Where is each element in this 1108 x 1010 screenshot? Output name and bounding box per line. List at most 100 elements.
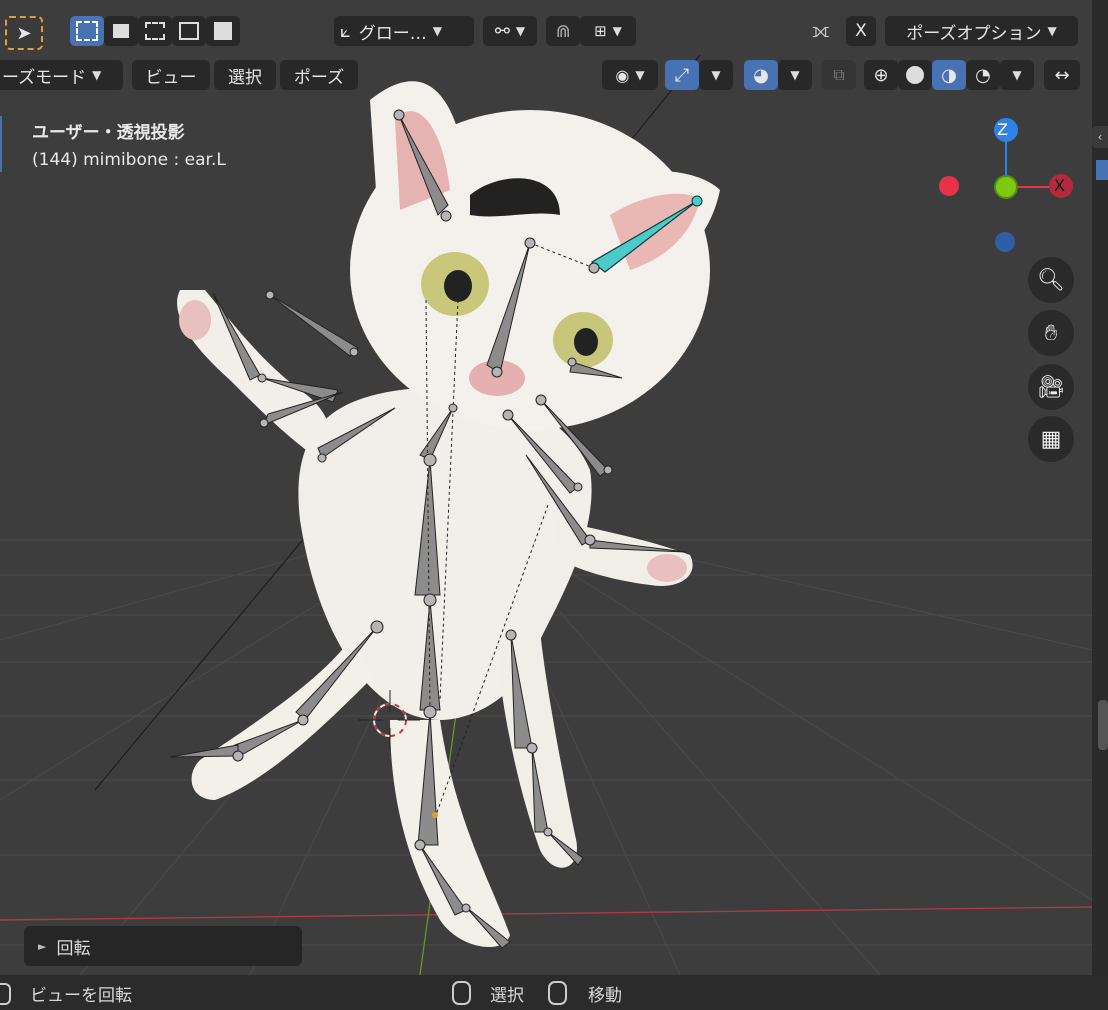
snap-icon: ⋒ <box>555 20 571 42</box>
origin-dot <box>432 812 438 818</box>
pan-button[interactable]: ✋︎ <box>1028 310 1074 356</box>
chevron-down-icon: ▼ <box>92 68 102 82</box>
chevron-down-icon: ▼ <box>515 24 526 38</box>
active-bone-head <box>588 262 600 274</box>
visibility-dropdown[interactable]: ◉ ▼ <box>602 60 658 90</box>
material-shading-icon: ◑ <box>941 64 957 86</box>
3d-viewport[interactable]: ➤ ⟀ グロー… ▼ ⚯ ▼ ⋒ ⊞ ▼ ⟗ X ポーズオプション ▼ ーズモー… <box>0 0 1092 975</box>
status-rotate-view: ビューを回転 <box>30 986 132 1006</box>
pose-options-label: ポーズオプション <box>906 23 1042 44</box>
transform-orientation-label: グロー… <box>358 23 427 44</box>
chevron-down-icon: ▼ <box>432 24 443 38</box>
transform-orientation-dropdown[interactable]: ⟀ グロー… ▼ <box>334 16 474 46</box>
menu-pose[interactable]: ポーズ <box>280 60 358 90</box>
view-name: ユーザー・透視投影 <box>32 123 185 143</box>
mirror-x-toggle[interactable]: X <box>846 16 876 46</box>
mode-extend-button[interactable] <box>138 16 172 46</box>
visibility-eye-icon: ◉ <box>615 65 630 85</box>
snap-toggle-button[interactable]: ⋒ <box>546 16 580 46</box>
gizmo-y[interactable] <box>996 177 1016 197</box>
mouse-right-icon <box>548 981 567 1005</box>
chevron-down-icon: ▼ <box>635 68 645 82</box>
solid-shading-icon <box>906 66 924 84</box>
mode-dropdown[interactable]: ーズモード ▼ <box>0 60 123 90</box>
snap-increment-icon: ⊞ <box>594 22 607 40</box>
select-cursor-icon: ➤ <box>16 22 32 44</box>
expand-arrow-icon: ► <box>38 939 47 953</box>
menu-select-label: 選択 <box>228 67 262 88</box>
mirror-butterfly-icon: ⟗ <box>812 18 830 42</box>
orientation-icon: ⟀ <box>340 20 351 42</box>
mirror-x-label: X <box>855 21 867 41</box>
zoom-button[interactable]: 🔍︎ <box>1028 257 1074 303</box>
select-tool-button[interactable]: ➤ <box>5 16 43 50</box>
mode-intersect-icon <box>214 22 232 40</box>
status-move: 移動 <box>588 986 622 1006</box>
sidebar-collapsed-strip[interactable]: ‹ <box>1092 0 1108 975</box>
wireframe-shading-button[interactable]: ⊕ <box>864 60 898 90</box>
chevron-down-icon: ▼ <box>612 24 622 38</box>
box-select-mode-button[interactable] <box>70 16 104 46</box>
overlay-dropdown[interactable]: ▼ <box>778 60 812 90</box>
chevron-down-icon: ▼ <box>711 68 721 82</box>
gizmo-dropdown[interactable]: ▼ <box>699 60 733 90</box>
camera-line <box>94 494 341 791</box>
overlay-toggle[interactable]: ◕ <box>744 60 778 90</box>
toggle-sidebar-button[interactable]: ↔ <box>1044 60 1080 90</box>
sidebar-expand-icon[interactable]: ‹ <box>1092 126 1108 148</box>
pose-options-dropdown[interactable]: ポーズオプション ▼ <box>885 16 1078 46</box>
hand-pan-icon: ✋︎ <box>1044 320 1058 346</box>
last-operator-label: 回転 <box>56 938 91 959</box>
region-edge-indicator <box>0 116 2 172</box>
mouse-left-icon <box>452 981 471 1005</box>
menu-view[interactable]: ビュー <box>132 60 210 90</box>
status-bar: ビューを回転 選択 移動 <box>0 975 1108 1010</box>
camera-icon: 🎥︎ <box>1037 374 1065 400</box>
menu-pose-label: ポーズ <box>293 67 345 88</box>
xray-toggle[interactable]: ⧉ <box>822 60 856 90</box>
pivot-point-dropdown[interactable]: ⚯ ▼ <box>483 16 537 46</box>
mode-new-icon <box>113 24 129 38</box>
gizmo-x-label: X <box>1054 176 1065 195</box>
last-operator-panel[interactable]: ► 回転 <box>24 926 302 966</box>
status-select: 選択 <box>490 986 524 1006</box>
gizmo-neg-x[interactable] <box>939 176 959 196</box>
mode-subtract-button[interactable] <box>172 16 206 46</box>
rendered-shading-button[interactable]: ◔ <box>966 60 1000 90</box>
menu-view-label: ビュー <box>145 67 197 88</box>
box-select-icon <box>76 21 98 41</box>
mode-new-button[interactable] <box>104 16 138 46</box>
mouse-middle-icon <box>0 983 11 1005</box>
frame-info: (144) mimibone : ear.L <box>32 150 226 170</box>
shading-dropdown[interactable]: ▼ <box>1000 60 1034 90</box>
xray-icon: ⧉ <box>833 65 845 84</box>
material-shading-button[interactable]: ◑ <box>932 60 966 90</box>
gizmo-toggle[interactable]: ⤢ <box>665 60 699 90</box>
rendered-shading-icon: ◔ <box>975 64 991 86</box>
x-axis-line <box>0 906 1092 921</box>
scrollbar[interactable] <box>1098 700 1108 750</box>
chevron-down-icon: ▼ <box>1012 68 1022 82</box>
menu-select[interactable]: 選択 <box>214 60 276 90</box>
perspective-toggle-button[interactable]: ▦ <box>1028 416 1074 462</box>
mode-extend-icon <box>145 22 165 40</box>
mode-subtract-icon <box>179 22 199 40</box>
scene-canvas[interactable] <box>0 0 1092 975</box>
gizmo-icon: ⤢ <box>674 64 690 86</box>
mode-intersect-button[interactable] <box>206 16 240 46</box>
zoom-icon: 🔍︎ <box>1037 267 1065 293</box>
mode-label: ーズモード <box>2 67 87 88</box>
pivot-icon: ⚯ <box>494 20 510 42</box>
active-bone-tail <box>691 195 703 207</box>
solid-shading-button[interactable] <box>898 60 932 90</box>
gizmo-z-label: Z <box>997 120 1008 139</box>
grid-perspective-icon: ▦ <box>1040 426 1062 452</box>
sidebar-tab-indicator <box>1096 160 1108 180</box>
camera-view-button[interactable]: 🎥︎ <box>1028 364 1074 410</box>
gizmo-neg-z[interactable] <box>995 232 1015 252</box>
snap-target-dropdown[interactable]: ⊞ ▼ <box>580 16 636 46</box>
double-arrow-icon: ↔ <box>1054 64 1070 86</box>
chevron-down-icon: ▼ <box>790 68 800 82</box>
chevron-down-icon: ▼ <box>1047 24 1057 38</box>
wireframe-shading-icon: ⊕ <box>873 64 889 86</box>
